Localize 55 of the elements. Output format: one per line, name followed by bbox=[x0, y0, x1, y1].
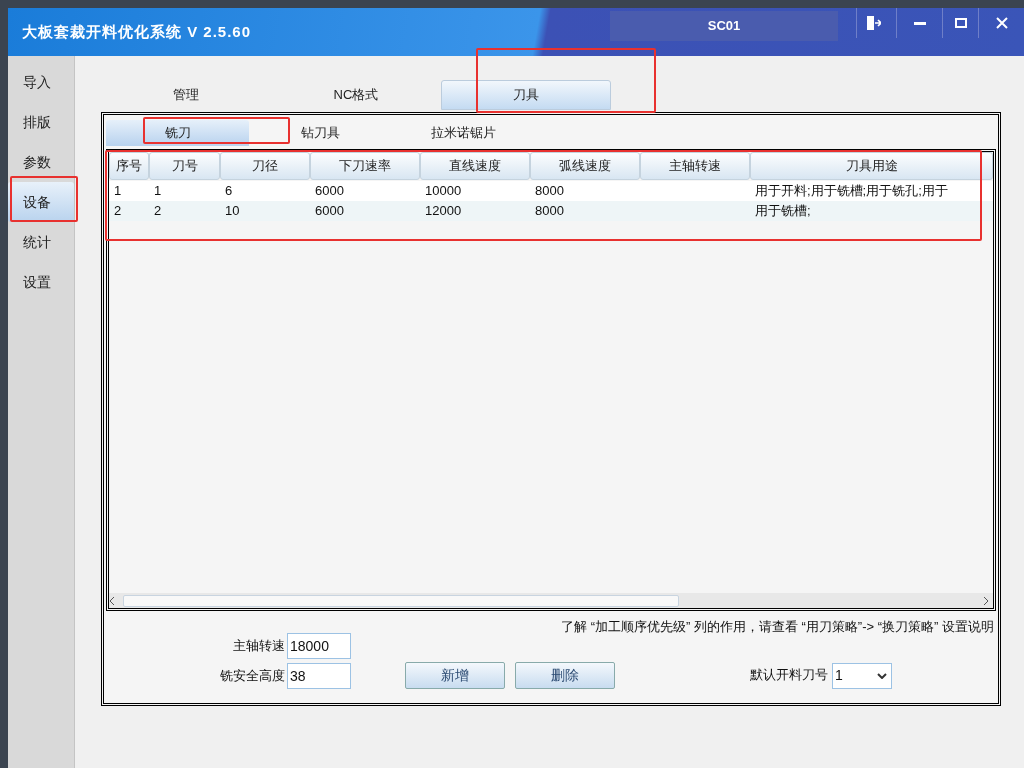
table-cell-text: 6 bbox=[225, 182, 233, 201]
tab[interactable]: NC格式 bbox=[271, 80, 441, 110]
scroll-right-icon bbox=[983, 596, 989, 605]
user-label: SC01 bbox=[610, 11, 838, 41]
horizontal-scrollbar[interactable] bbox=[109, 593, 993, 608]
input-field[interactable]: 38 bbox=[287, 662, 351, 689]
table-cell-text: 12000 bbox=[425, 202, 462, 221]
sub-tab[interactable]: 拉米诺锯片 bbox=[392, 120, 535, 146]
table-cell-text: 用于开料;用于铣槽;用于铣孔;用于 bbox=[755, 182, 948, 201]
column-header[interactable]: 序号 bbox=[109, 152, 149, 180]
minimize-icon bbox=[913, 21, 926, 25]
table-cell-text: 2 bbox=[154, 202, 162, 221]
sidebar-item[interactable]: 设备 bbox=[8, 182, 74, 222]
table-cell-text: 1 bbox=[114, 182, 122, 201]
sidebar-item[interactable]: 参数 bbox=[8, 142, 74, 182]
sidebar-item[interactable]: 排版 bbox=[8, 102, 74, 142]
column-header[interactable]: 弧线速度 bbox=[530, 152, 640, 180]
maximize-icon bbox=[954, 18, 967, 28]
exit-door-icon bbox=[864, 15, 881, 31]
field-label: 默认开料刀号 bbox=[750, 666, 828, 684]
table-cell-text: 10 bbox=[225, 202, 240, 221]
field-label: 铣安全高度 bbox=[220, 666, 285, 685]
action-button[interactable]: 新增 bbox=[405, 661, 505, 689]
tab[interactable]: 刀具 bbox=[441, 80, 611, 110]
sidebar-item[interactable]: 设置 bbox=[8, 262, 74, 302]
column-header[interactable]: 刀具用途 bbox=[750, 152, 993, 180]
scrollbar-thumb[interactable] bbox=[123, 594, 679, 607]
column-header[interactable]: 直线速度 bbox=[420, 152, 530, 180]
table-cell-text: 8000 bbox=[535, 182, 564, 201]
help-note: 了解 “加工顺序优先级” 列的作用，请查看 “用刀策略”-> “换刀策略” 设置说明 bbox=[561, 618, 994, 636]
sub-tab[interactable]: 铣刀 bbox=[106, 120, 249, 146]
input-field[interactable]: 18000 bbox=[287, 632, 351, 659]
column-header[interactable]: 下刀速率 bbox=[310, 152, 420, 180]
dropdown-caret-icon bbox=[877, 672, 887, 679]
table-cell-text: 8000 bbox=[535, 202, 564, 221]
table-cell-text: 1 bbox=[154, 182, 162, 201]
close-icon bbox=[995, 17, 1008, 29]
column-header[interactable]: 刀径 bbox=[220, 152, 310, 180]
annotation-box bbox=[10, 176, 78, 222]
table-cell-text: 2 bbox=[114, 202, 122, 221]
table-cell-text: 6000 bbox=[315, 202, 344, 221]
sub-tab[interactable]: 钻刀具 bbox=[249, 120, 392, 146]
tool-select[interactable]: 1 bbox=[832, 662, 892, 689]
table-cell-text: 6000 bbox=[315, 182, 344, 201]
table-cell-text: 10000 bbox=[425, 182, 462, 201]
window-title: 大板套裁开料优化系统 V 2.5.60 bbox=[22, 21, 252, 42]
sidebar-item[interactable]: 统计 bbox=[8, 222, 74, 262]
column-header[interactable]: 刀号 bbox=[149, 152, 220, 180]
table-cell-text: 用于铣槽; bbox=[755, 202, 811, 221]
field-label: 主轴转速 bbox=[233, 636, 285, 655]
scroll-left-icon bbox=[109, 596, 115, 605]
column-header[interactable]: 主轴转速 bbox=[640, 152, 750, 180]
tab[interactable]: 管理 bbox=[101, 80, 271, 110]
sidebar-item[interactable]: 导入 bbox=[8, 62, 74, 102]
action-button[interactable]: 删除 bbox=[515, 661, 615, 689]
